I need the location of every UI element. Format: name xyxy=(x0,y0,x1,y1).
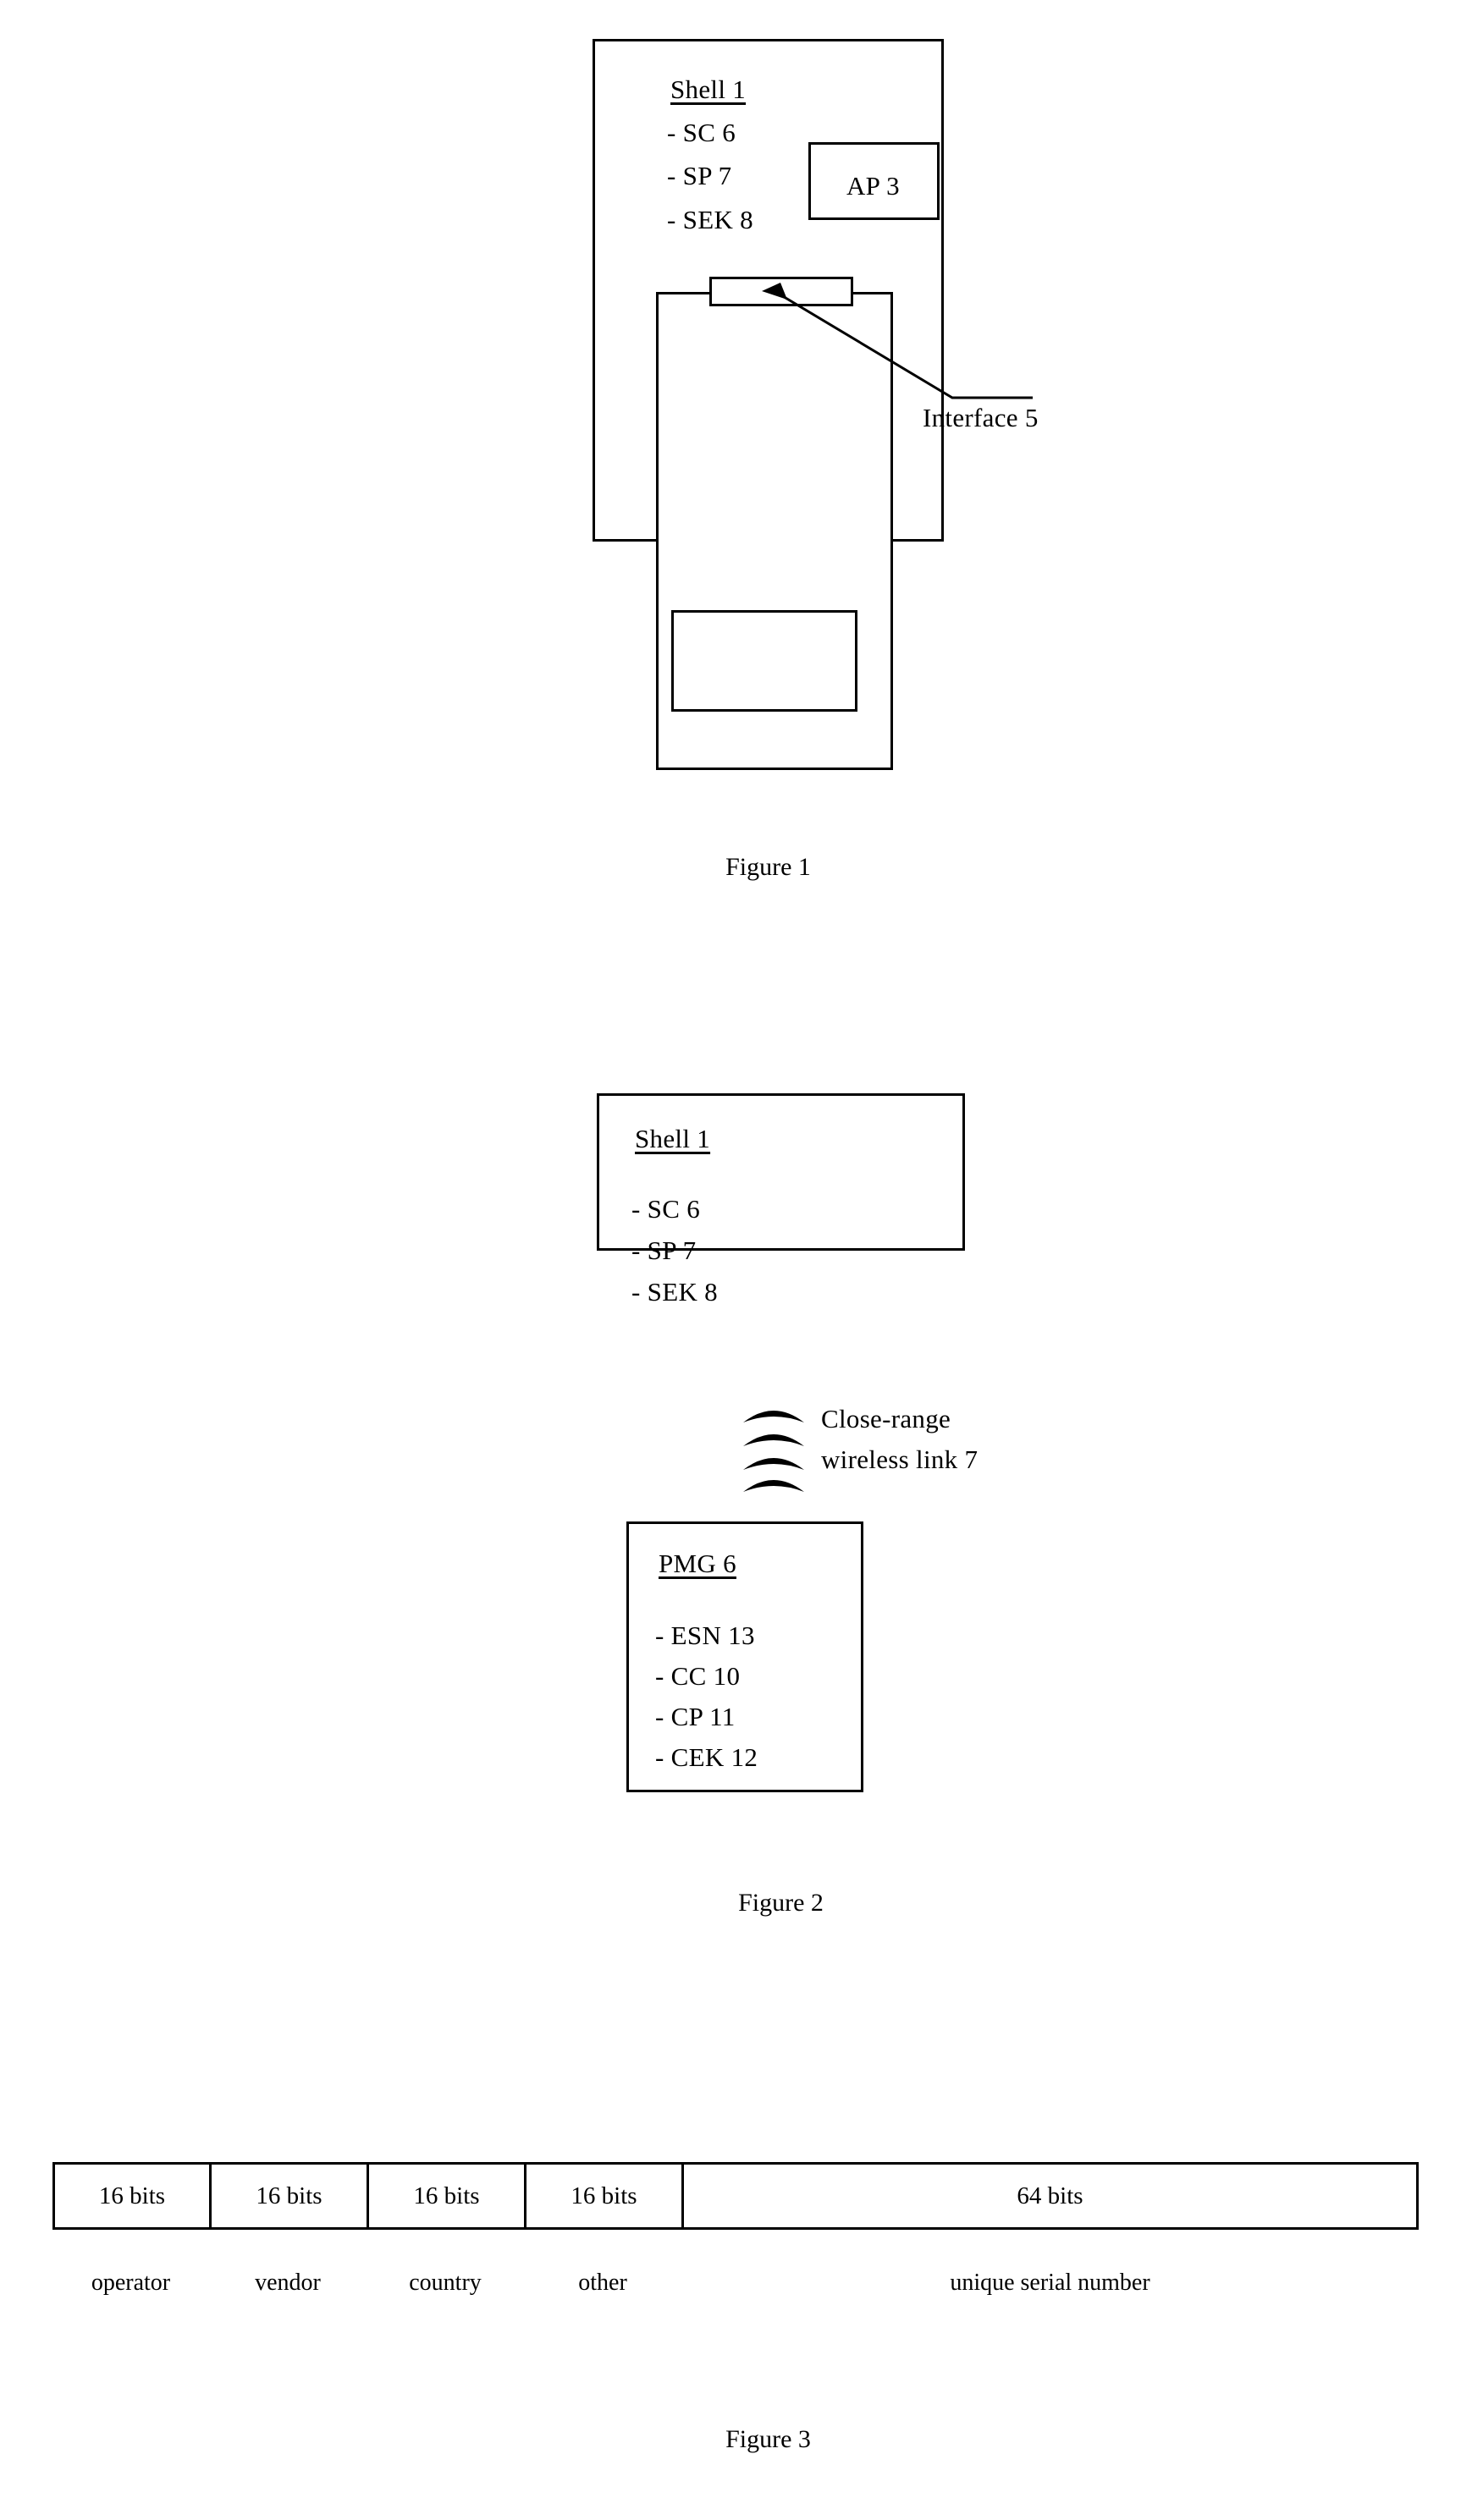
fig2-pmg-item-cek: - CEK 12 xyxy=(655,1742,758,1772)
fig2-pmg-title: PMG 6 xyxy=(659,1549,736,1578)
fig2-pmg-item-cc: - CC 10 xyxy=(655,1661,741,1691)
figure-2-caption: Figure 2 xyxy=(738,1889,824,1917)
fig1-shell-item-sc: - SC 6 xyxy=(667,118,736,147)
figure-1-caption: Figure 1 xyxy=(725,853,811,881)
fig1-interface-connector xyxy=(709,277,853,306)
fig2-shell-title: Shell 1 xyxy=(635,1124,711,1153)
fig2-link-line1: Close-range xyxy=(821,1404,951,1433)
fig1-ap3-label: AP 3 xyxy=(846,171,900,201)
fig3-label-serial: unique serial number xyxy=(950,2270,1150,2296)
fig3-label-vendor: vendor xyxy=(255,2270,321,2296)
fig3-cell-serial: 64 bits xyxy=(684,2165,1416,2227)
wireless-link-icon xyxy=(743,1411,804,1492)
fig3-label-other: other xyxy=(578,2270,627,2296)
fig3-label-operator: operator xyxy=(91,2270,171,2296)
fig3-cell-operator: 16 bits xyxy=(55,2165,212,2227)
fig1-interface-label: Interface 5 xyxy=(923,403,1039,432)
fig3-cell-country-bits: 16 bits xyxy=(413,2182,480,2209)
fig3-cell-serial-bits: 64 bits xyxy=(1017,2182,1083,2209)
fig1-shell-item-sp: - SP 7 xyxy=(667,161,732,190)
fig2-pmg-item-cp: - CP 11 xyxy=(655,1702,736,1731)
fig3-cell-other-bits: 16 bits xyxy=(571,2182,637,2209)
fig1-shell-title: Shell 1 xyxy=(670,74,747,104)
fig3-label-country: country xyxy=(409,2270,482,2296)
fig3-cell-country: 16 bits xyxy=(369,2165,527,2227)
fig3-cell-vendor-bits: 16 bits xyxy=(256,2182,323,2209)
fig3-bitfield-table: 16 bits 16 bits 16 bits 16 bits 64 bits xyxy=(52,2162,1419,2230)
fig2-shell-item-sc: - SC 6 xyxy=(631,1194,701,1224)
fig1-shell-item-sek: - SEK 8 xyxy=(667,205,753,234)
fig3-cell-vendor: 16 bits xyxy=(212,2165,369,2227)
fig2-pmg-item-esn: - ESN 13 xyxy=(655,1620,755,1650)
patent-figures-page: Shell 1 - SC 6 - SP 7 - SEK 8 AP 3 Inter… xyxy=(0,0,1472,2520)
fig2-link-line2: wireless link 7 xyxy=(821,1444,979,1474)
fig2-shell-box xyxy=(597,1093,965,1251)
fig3-cell-other: 16 bits xyxy=(527,2165,684,2227)
fig2-shell-item-sek: - SEK 8 xyxy=(631,1277,718,1307)
fig3-cell-operator-bits: 16 bits xyxy=(98,2182,166,2209)
fig2-shell-item-sp: - SP 7 xyxy=(631,1235,697,1265)
figure-3-caption: Figure 3 xyxy=(725,2425,811,2453)
fig1-protocol-stack-box xyxy=(671,610,857,712)
